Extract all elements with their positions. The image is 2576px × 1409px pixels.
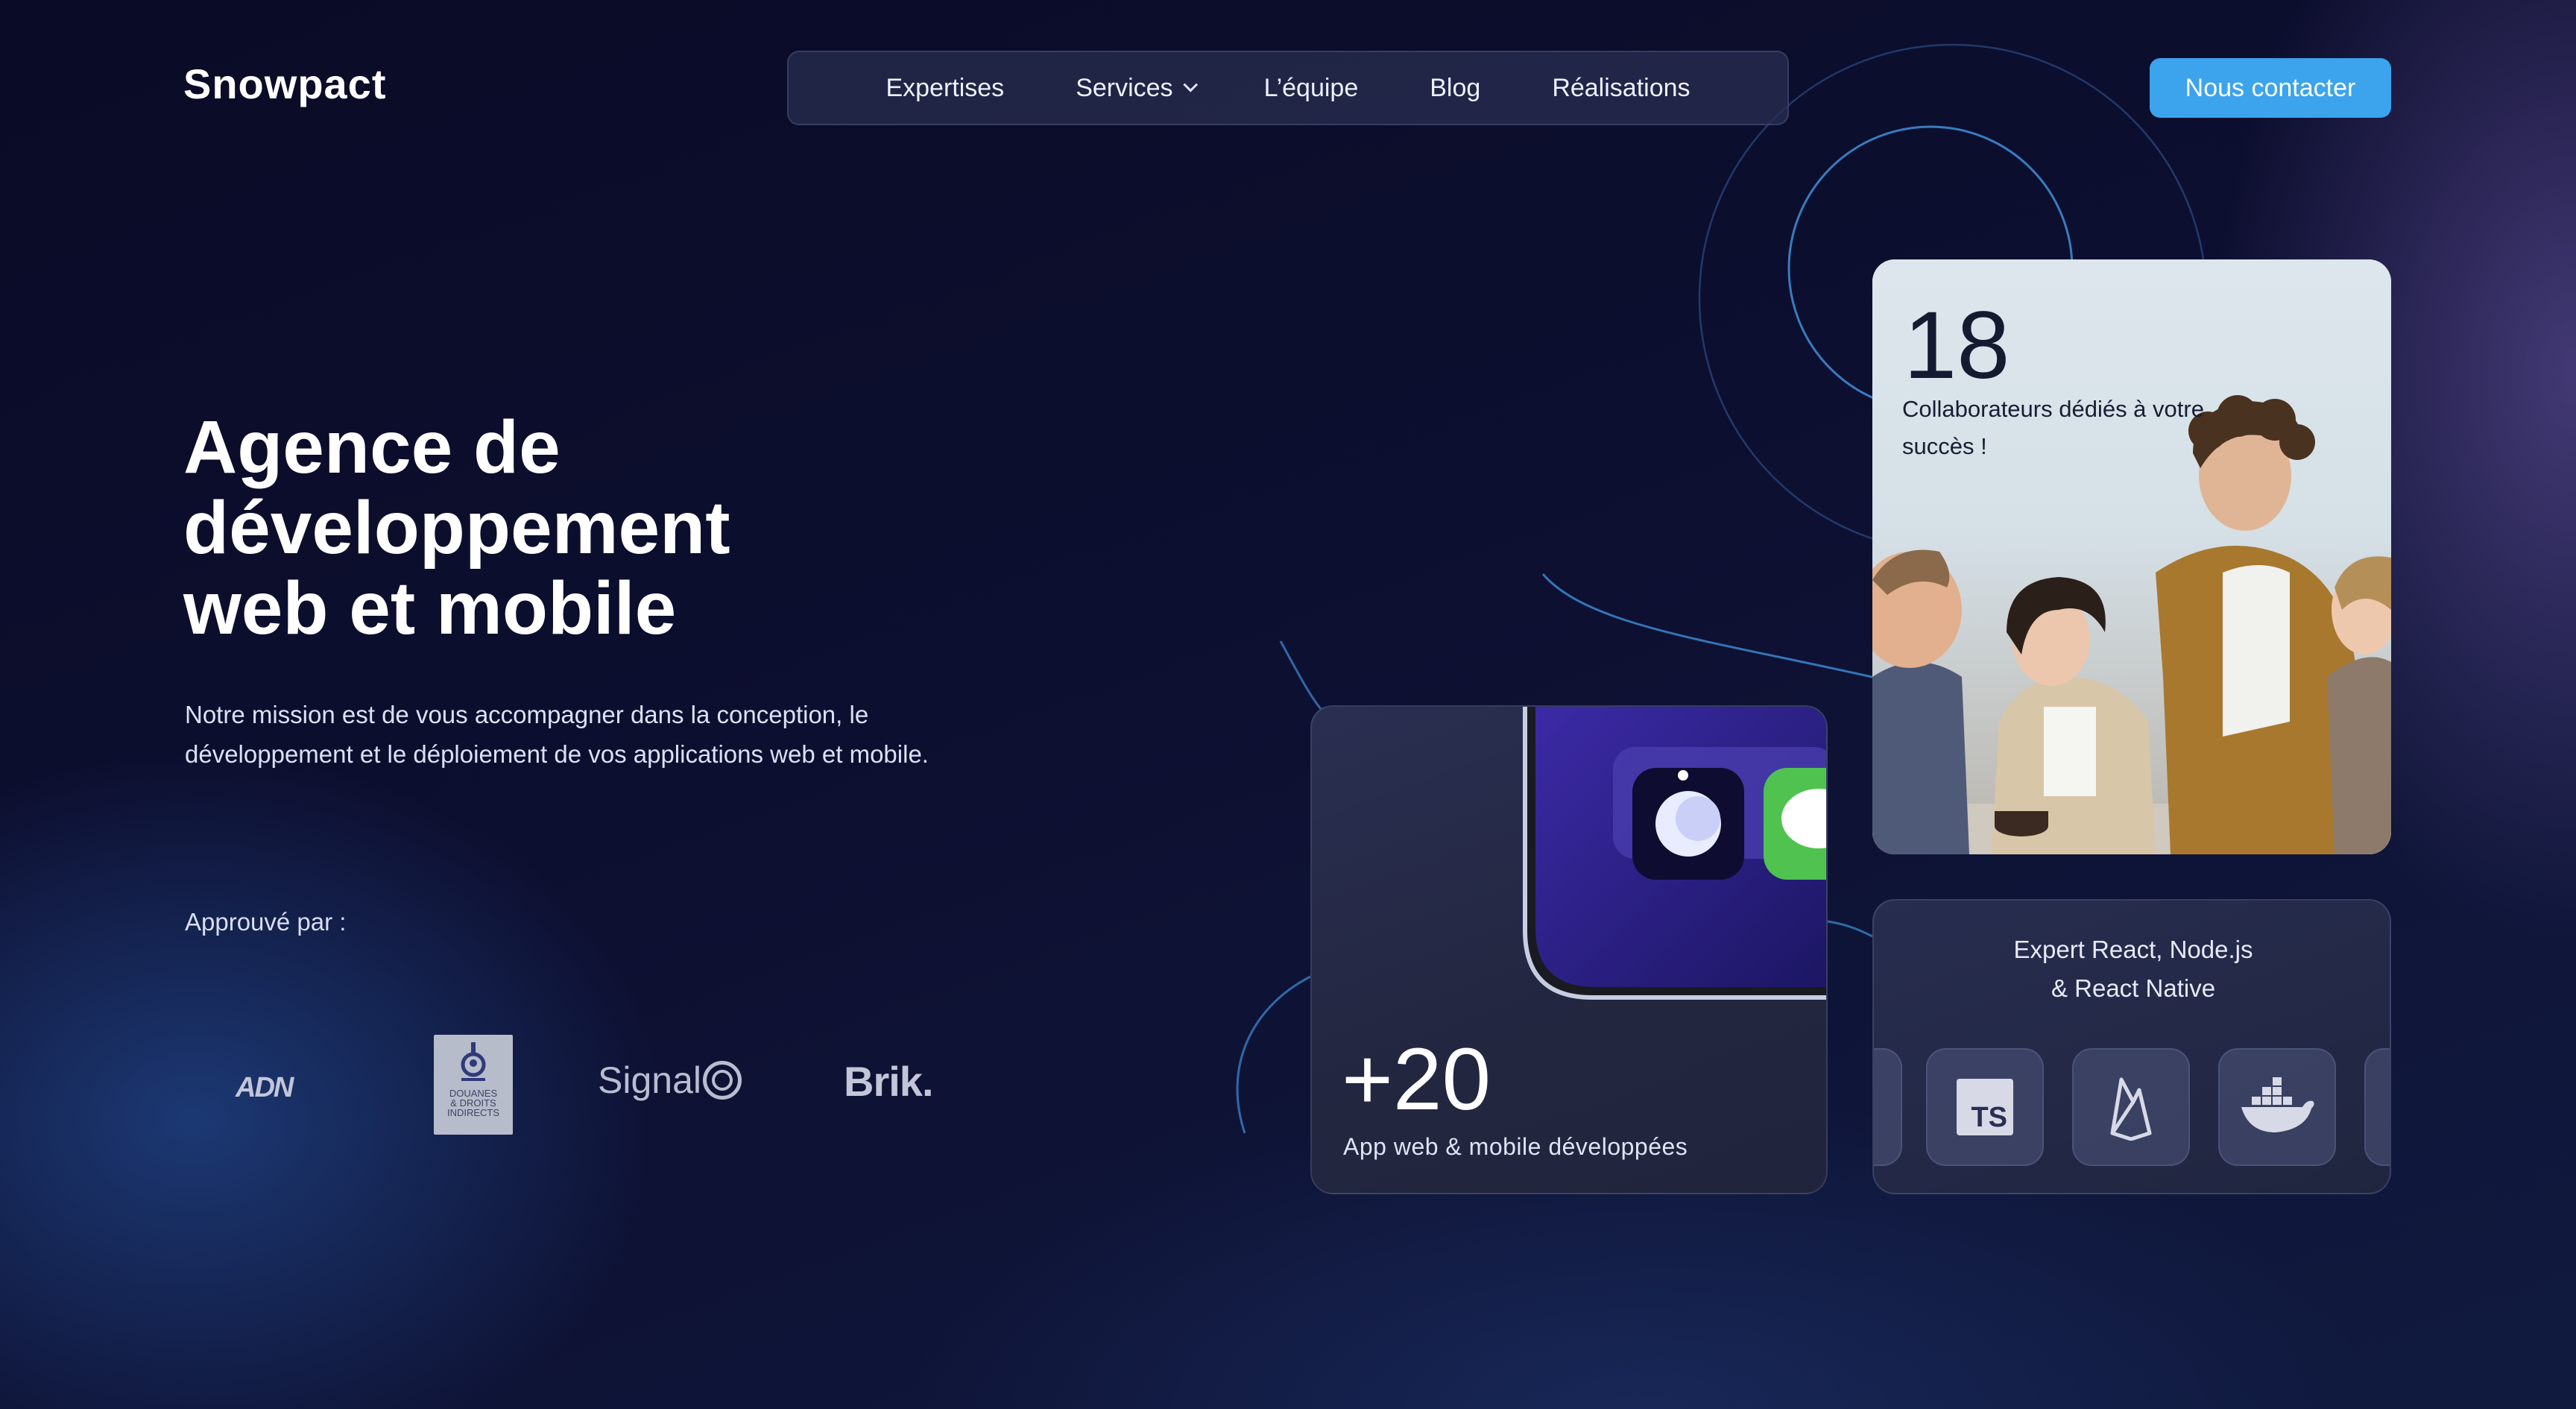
docker-tile — [2218, 1048, 2336, 1166]
signal-ring-icon — [703, 1061, 742, 1100]
hero-description: Notre mission est de vous accompagner da… — [185, 695, 1042, 774]
chevron-down-icon — [1182, 77, 1198, 92]
apps-card: +20 App web & mobile développées — [1310, 705, 1828, 1194]
team-card: 18 Collaborateurs dédiés à votre succès … — [1872, 259, 2391, 854]
douanes-emblem-icon — [461, 1042, 486, 1081]
nav-equipe[interactable]: L’équipe — [1264, 74, 1359, 103]
nav-realisations-label: Réalisations — [1552, 73, 1690, 102]
tech-title: Expert React, Node.js & React Native — [1874, 930, 2390, 1008]
hero-title-line: web et mobile — [183, 567, 677, 650]
apps-count: +20 — [1342, 1030, 1491, 1129]
firebase-icon — [2110, 1077, 2152, 1141]
phone-mockup — [1523, 707, 1826, 1000]
douanes-label: DOUANES & DROITS INDIRECTS — [447, 1088, 499, 1118]
tech-tile — [1874, 1048, 1902, 1166]
team-caption-line: Collaborateurs dédiés à votre — [1902, 396, 2204, 422]
brik-logo: Brik. — [844, 1058, 933, 1105]
nav-equipe-label: L’équipe — [1263, 73, 1359, 102]
douanes-logo: DOUANES & DROITS INDIRECTS — [434, 1035, 513, 1135]
nav-expertises[interactable]: Expertises — [886, 74, 1004, 103]
nav-services[interactable]: Services — [1076, 73, 1198, 103]
nav-realisations[interactable]: Réalisations — [1552, 74, 1690, 103]
typescript-tile: TS — [1926, 1048, 2044, 1166]
team-count: 18 — [1904, 292, 2010, 399]
partner-logos: ADN DOUANES & DROITS INDIRECTS Signal Br… — [0, 1029, 1044, 1141]
main-nav: Expertises Services L’équipe Blog Réalis… — [787, 51, 1789, 125]
typescript-icon: TS — [1957, 1079, 2013, 1135]
signaleo-logo: Signal — [598, 1059, 742, 1102]
team-caption-line: succès ! — [1902, 433, 1987, 459]
nav-blog[interactable]: Blog — [1430, 74, 1480, 103]
nav-services-label: Services — [1076, 73, 1173, 102]
snowpact-logo[interactable]: Snowpact — [183, 60, 386, 108]
nav-expertises-label: Expertises — [886, 73, 1005, 102]
adn-logo: ADN — [236, 1072, 294, 1103]
tech-title-line: & React Native — [2051, 974, 2216, 1002]
team-caption: Collaborateurs dédiés à votre succès ! — [1902, 391, 2290, 465]
approved-label: Approuvé par : — [185, 908, 347, 936]
apps-caption: App web & mobile développées — [1343, 1133, 1688, 1160]
firebase-tile — [2072, 1048, 2190, 1166]
tech-icons-row: TS — [1874, 1048, 2390, 1167]
douanes-label-line: INDIRECTS — [446, 1107, 500, 1118]
contact-button[interactable]: Nous contacter — [2150, 58, 2391, 118]
tech-card: Expert React, Node.js & React Native TS — [1872, 899, 2391, 1194]
tech-tile — [2364, 1048, 2390, 1166]
nav-blog-label: Blog — [1430, 73, 1481, 102]
hero-title: Agence de développement web et mobile — [183, 407, 1003, 649]
hero-description-line: développement et le déploiement de vos a… — [185, 740, 929, 768]
hero-description-line: Notre mission est de vous accompagner da… — [185, 701, 869, 728]
hero-title-line: développement — [183, 486, 730, 570]
hero-title-line: Agence de — [183, 406, 561, 489]
signal-text: Signal — [598, 1059, 701, 1101]
docker-icon — [2241, 1077, 2314, 1132]
tech-title-line: Expert React, Node.js — [2013, 936, 2253, 963]
